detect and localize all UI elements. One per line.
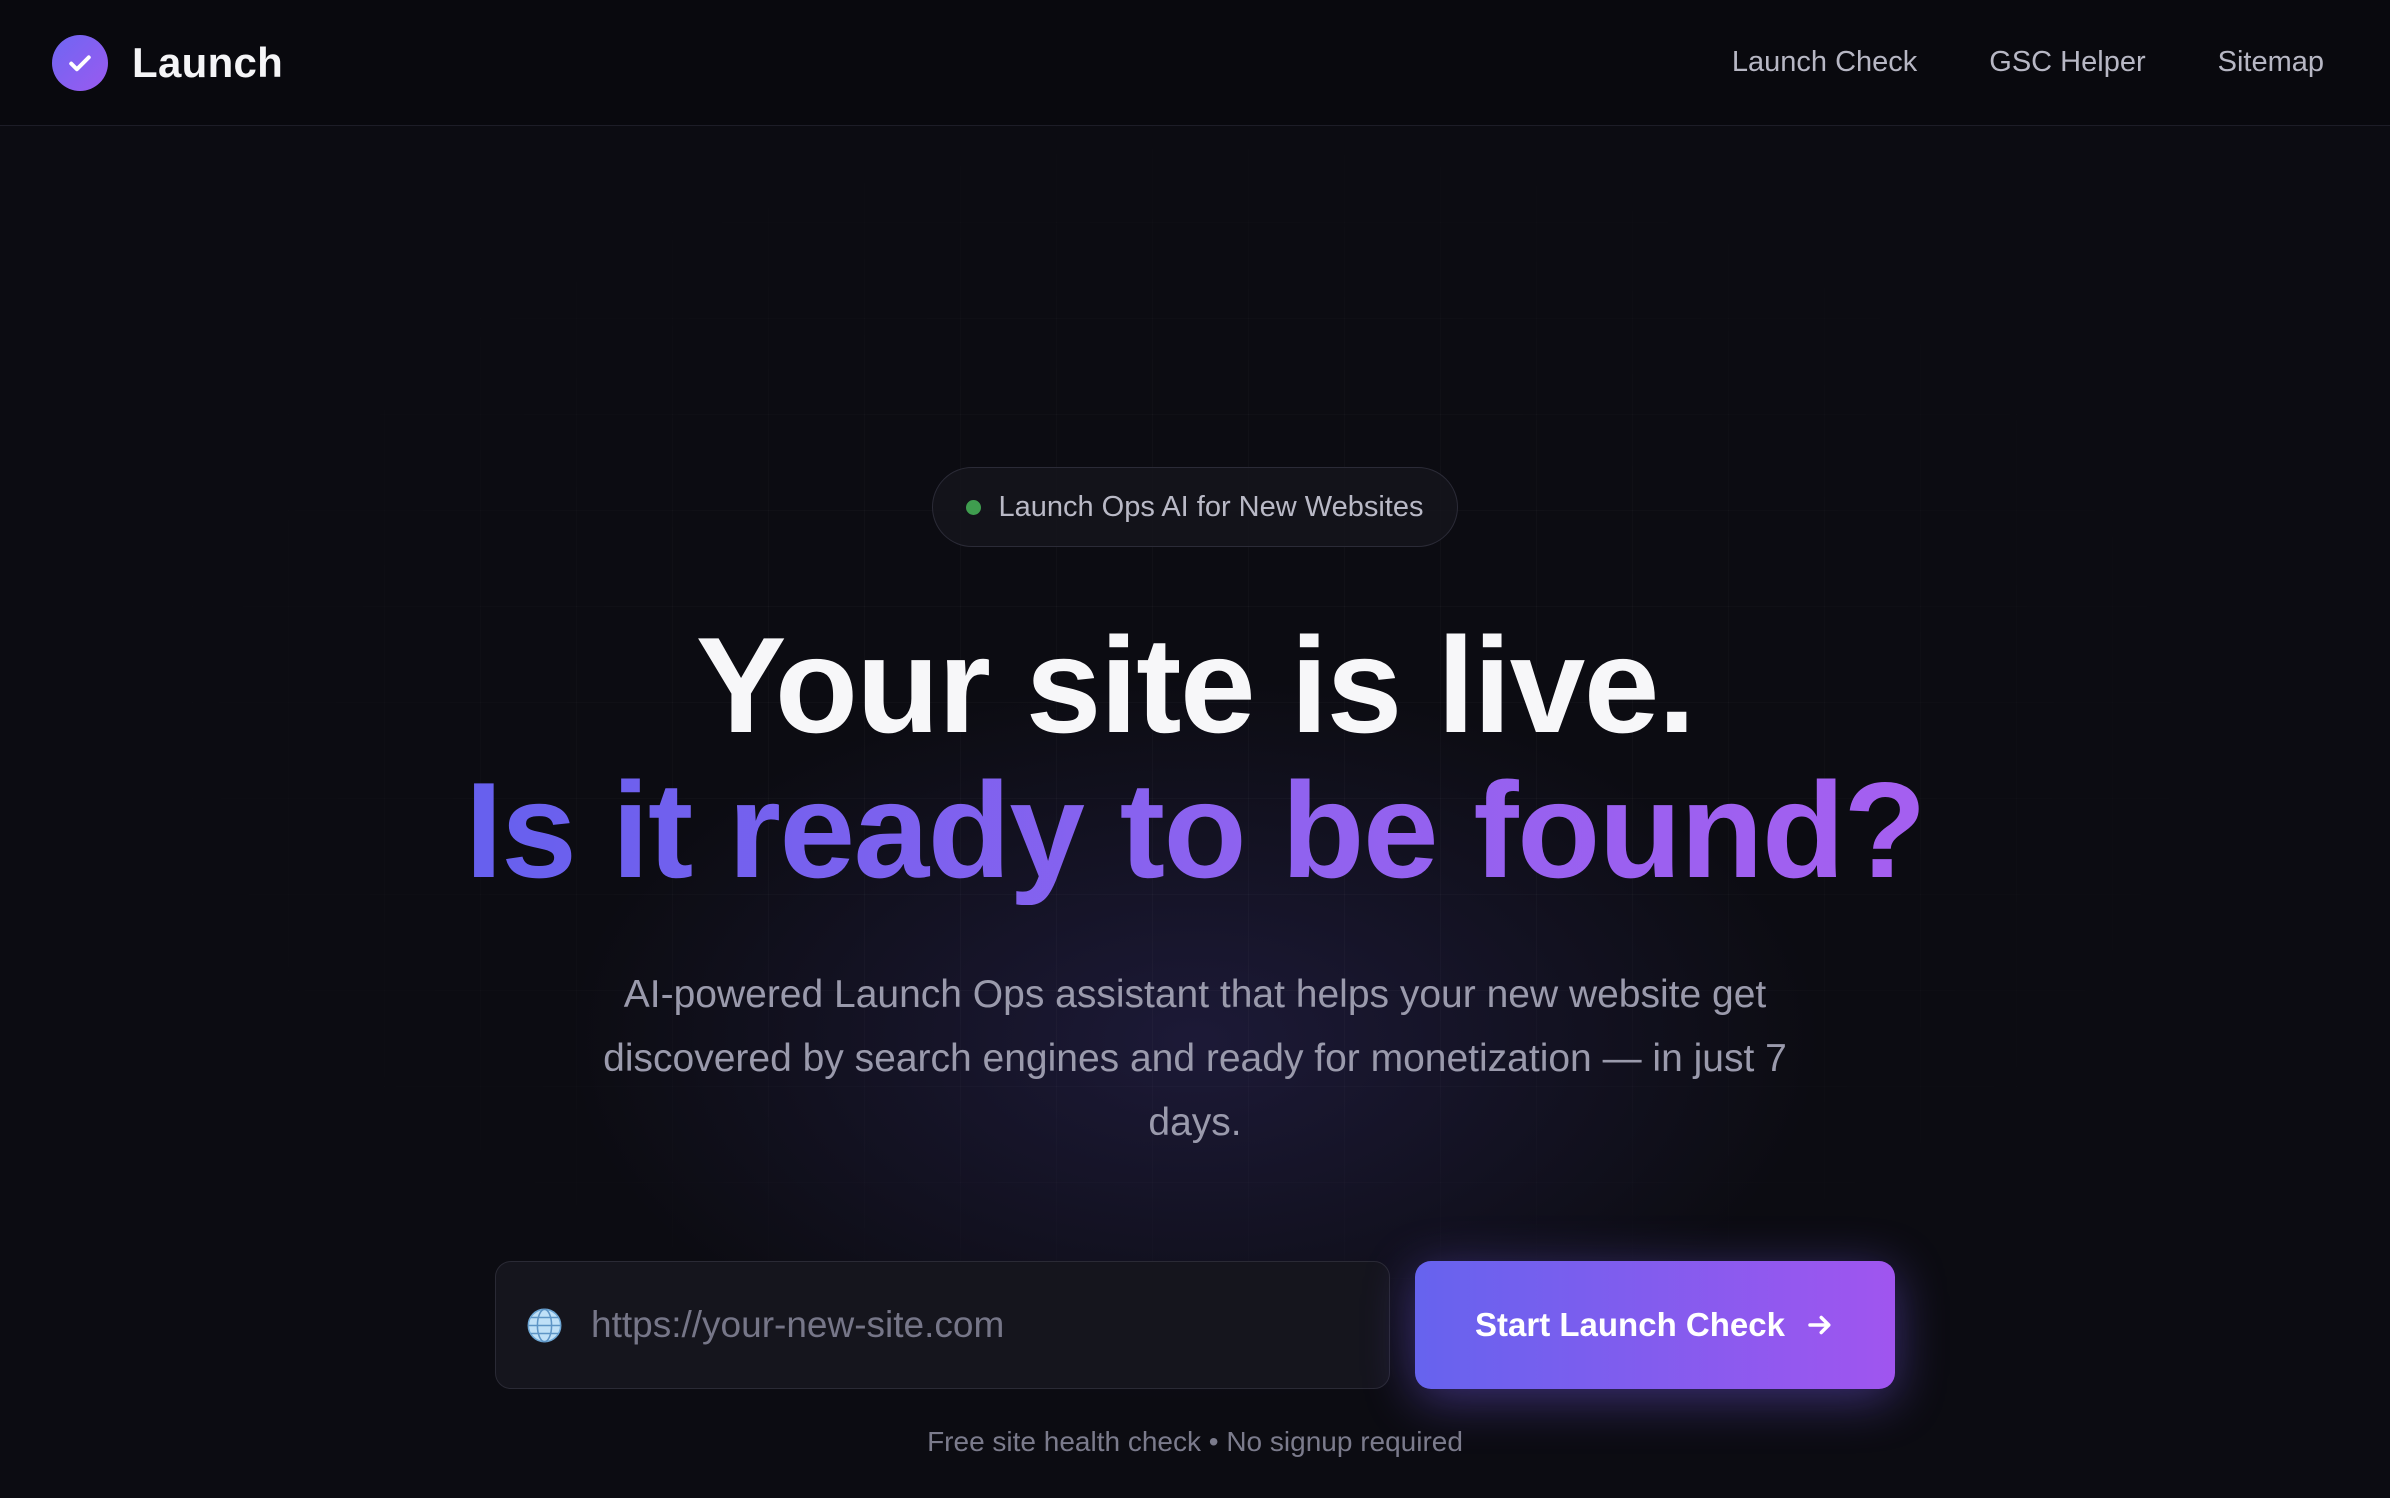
status-dot-icon <box>966 499 982 515</box>
nav-link-sitemap[interactable]: Sitemap <box>2218 46 2324 79</box>
main-nav: Launch Check GSC Helper Sitemap <box>1732 46 2324 79</box>
globe-icon <box>527 1308 562 1342</box>
cta-note: Free site health check • No signup requi… <box>927 1426 1463 1457</box>
launch-check-form: Start Launch Check <box>495 1261 1895 1389</box>
url-input[interactable] <box>591 1262 1389 1388</box>
hero-title-line-2: Is it ready to be found? <box>464 754 1927 906</box>
hero-subtitle: AI-powered Launch Ops assistant that hel… <box>603 973 1787 1144</box>
page: Launch Launch Check GSC Helper Sitemap L… <box>0 0 2390 1498</box>
badge-text: Launch Ops AI for New Websites <box>998 490 1424 523</box>
brand[interactable]: Launch <box>52 34 284 91</box>
url-field[interactable] <box>495 1261 1390 1389</box>
nav-link-launch-check[interactable]: Launch Check <box>1732 46 1917 79</box>
check-circle-icon <box>52 34 108 91</box>
hero-badge: Launch Ops AI for New Websites <box>932 467 1458 547</box>
nav-link-gsc-helper[interactable]: GSC Helper <box>1989 46 2145 79</box>
brand-name: Launch <box>132 38 284 86</box>
hero-title-line-1: Your site is live. <box>695 609 1696 761</box>
arrow-right-icon <box>1808 1315 1831 1335</box>
top-navbar: Launch Launch Check GSC Helper Sitemap <box>0 0 2390 126</box>
start-launch-check-button[interactable]: Start Launch Check <box>1415 1261 1895 1389</box>
hero-section: Launch Ops AI for New Websites Your site… <box>0 126 2390 1498</box>
cta-label: Start Launch Check <box>1475 1306 1785 1343</box>
